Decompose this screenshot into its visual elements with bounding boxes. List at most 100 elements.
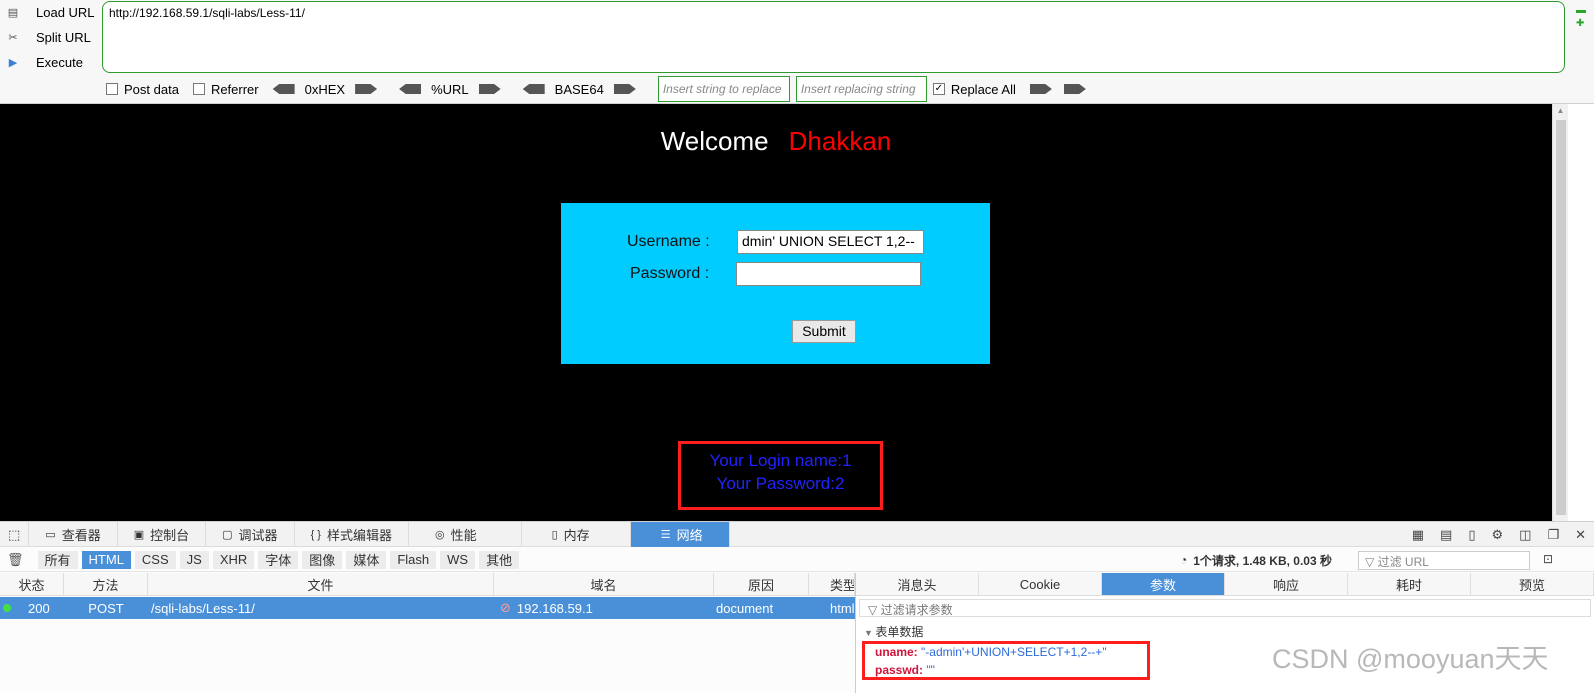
- filter-css[interactable]: CSS: [134, 550, 176, 569]
- post-data-checkbox[interactable]: Post data: [106, 82, 179, 97]
- scroll-up-icon[interactable]: ▲: [1553, 106, 1568, 115]
- tab-cookie[interactable]: Cookie: [979, 573, 1102, 595]
- tab-params[interactable]: 参数: [1102, 573, 1225, 595]
- inspector-icon: ▭: [45, 529, 56, 541]
- execute-button[interactable]: ▶ Execute: [0, 50, 100, 75]
- arrow-left-icon[interactable]: [399, 84, 422, 94]
- url-filter-input[interactable]: ▽ 过滤 URL: [1358, 551, 1530, 570]
- column-domain[interactable]: 域名: [494, 573, 714, 596]
- watermark: CSDN @mooyuan天天: [1272, 644, 1549, 674]
- load-url-button[interactable]: ▤ Load URL: [0, 0, 100, 25]
- tab-debugger[interactable]: ▢ 调试器: [206, 522, 295, 547]
- password-input[interactable]: [736, 262, 921, 286]
- funnel-icon: ▽: [868, 603, 881, 617]
- network-icon: ☰: [660, 529, 671, 541]
- details-tabs: 消息头 Cookie 参数 响应 耗时 预览: [856, 573, 1594, 596]
- hex-tool[interactable]: 0xHEX: [272, 82, 378, 97]
- referrer-checkbox[interactable]: Referrer: [192, 82, 259, 97]
- braces-icon: { }: [310, 528, 321, 541]
- params-highlight: [862, 641, 1150, 680]
- devtools-tabs: ⬚ ▭ 查看器 ▣ 控制台 ▢ 调试器 { } 样式编辑器 ◎ 性能 ▯ 内存 ☰ 网络 ▦ …: [0, 522, 1594, 547]
- debugger-icon: ▢: [222, 529, 233, 541]
- filter-all[interactable]: 所有: [37, 550, 78, 569]
- username-input[interactable]: dmin' UNION SELECT 1,2--: [737, 230, 924, 254]
- page-scrollbar[interactable]: ▲: [1552, 104, 1568, 521]
- replace-undo-icon[interactable]: [1063, 84, 1086, 94]
- funnel-icon: ▽: [1365, 555, 1378, 569]
- triangle-down-icon: ▼: [864, 628, 876, 638]
- layout-icon[interactable]: ▦: [1412, 527, 1424, 543]
- replace-string-input[interactable]: Insert string to replace: [657, 76, 790, 102]
- hackbar: ▤ Load URL ✂ Split URL ▶ Execute http://192…: [0, 0, 1594, 104]
- column-type[interactable]: 类型: [809, 573, 855, 596]
- params-filter-input[interactable]: ▽ 过滤请求参数: [859, 599, 1591, 617]
- tab-memory[interactable]: ▯ 内存: [522, 522, 631, 547]
- username-label: Username :: [627, 233, 710, 250]
- dock-icon[interactable]: ◫: [1519, 527, 1531, 543]
- login-result: Your Login name:1 Your Password:2: [678, 441, 883, 510]
- trash-icon[interactable]: 🗑: [7, 552, 24, 568]
- filter-js[interactable]: JS: [179, 550, 209, 569]
- element-picker-icon[interactable]: ⬚: [0, 522, 30, 547]
- request-stats: ◔ 1个请求, 1.48 KB, 0.03 秒: [1180, 553, 1332, 568]
- column-status[interactable]: 状态: [0, 573, 64, 596]
- tab-inspector[interactable]: ▭ 查看器: [29, 522, 118, 547]
- sidebar-toggle-icon[interactable]: ⊡: [1543, 552, 1553, 566]
- filter-images[interactable]: 图像: [302, 550, 343, 569]
- column-method[interactable]: 方法: [64, 573, 148, 596]
- filter-flash[interactable]: Flash: [390, 550, 437, 569]
- request-table-header: 状态 方法 文件 域名 原因 类型: [0, 573, 855, 596]
- tab-response[interactable]: 响应: [1225, 573, 1348, 595]
- tab-timings[interactable]: 耗时: [1348, 573, 1471, 595]
- plus-icon[interactable]: ✚: [1576, 17, 1586, 30]
- password-label: Password :: [630, 265, 710, 282]
- web-page: Welcome Dhakkan Username : dmin' UNION SE…: [0, 104, 1552, 521]
- login-form: Username : dmin' UNION SELECT 1,2-- Pass…: [561, 203, 990, 364]
- tab-headers[interactable]: 消息头: [856, 573, 979, 595]
- arrow-right-icon[interactable]: [478, 84, 501, 94]
- replacing-string-input[interactable]: Insert replacing string: [795, 76, 927, 102]
- responsive-icon[interactable]: ▯: [1468, 527, 1475, 543]
- arrow-right-icon[interactable]: [613, 84, 636, 94]
- settings-icon[interactable]: ⚙: [1491, 527, 1503, 543]
- welcome-heading: Welcome Dhakkan: [660, 126, 892, 156]
- split-url-button[interactable]: ✂ Split URL: [0, 25, 100, 50]
- stopwatch-icon: ◔: [1180, 553, 1188, 567]
- arrow-right-icon[interactable]: [355, 84, 378, 94]
- filter-fonts[interactable]: 字体: [258, 550, 299, 569]
- console-icon: ▣: [133, 529, 145, 541]
- tab-network[interactable]: ☰ 网络: [630, 522, 730, 547]
- request-type-filters: 🗑 所有 HTML CSS JS XHR 字体 图像 媒体 Flash WS 其…: [0, 548, 1594, 572]
- scissors-icon: ✂: [8, 32, 18, 44]
- hackbar-toolbar: Post data Referrer 0xHEX %URL BASE64 Ins…: [106, 76, 1086, 102]
- filter-ws[interactable]: WS: [440, 550, 476, 569]
- undock-icon[interactable]: ❐: [1547, 527, 1559, 543]
- table-row[interactable]: 200 POST /sqli-labs/Less-11/ ⊘ 192.168.59…: [0, 597, 855, 619]
- close-icon[interactable]: ✕: [1575, 527, 1586, 543]
- tab-style-editor[interactable]: { } 样式编辑器: [295, 522, 409, 547]
- hackbar-actions: ▤ Load URL ✂ Split URL ▶ Execute: [0, 0, 100, 75]
- arrow-left-icon[interactable]: [272, 84, 295, 94]
- base64-tool[interactable]: BASE64: [522, 82, 636, 97]
- arrow-left-icon[interactable]: [522, 84, 545, 94]
- tab-console[interactable]: ▣ 控制台: [118, 522, 207, 547]
- load-icon: ▤: [7, 7, 19, 19]
- tab-performance[interactable]: ◎ 性能: [409, 522, 522, 547]
- column-file[interactable]: 文件: [148, 573, 494, 596]
- column-cause[interactable]: 原因: [714, 573, 809, 596]
- replace-execute-icon[interactable]: [1029, 84, 1052, 94]
- filter-html[interactable]: HTML: [81, 550, 131, 569]
- submit-button[interactable]: Submit: [792, 320, 856, 343]
- memory-icon: ▯: [551, 529, 558, 541]
- replace-all-checkbox[interactable]: ✓ Replace All: [932, 82, 1016, 97]
- filter-other[interactable]: 其他: [479, 550, 520, 569]
- split-console-icon[interactable]: ▤: [1440, 527, 1452, 543]
- insecure-lock-icon: ⊘: [500, 600, 511, 615]
- url-encode-tool[interactable]: %URL: [399, 82, 501, 97]
- play-icon: ▶: [8, 57, 18, 69]
- url-textarea[interactable]: http://192.168.59.1/sqli-labs/Less-11/: [102, 1, 1565, 73]
- minus-icon[interactable]: ▬: [1576, 4, 1586, 17]
- filter-xhr[interactable]: XHR: [212, 550, 255, 569]
- filter-media[interactable]: 媒体: [346, 550, 387, 569]
- tab-preview[interactable]: 预览: [1471, 573, 1594, 595]
